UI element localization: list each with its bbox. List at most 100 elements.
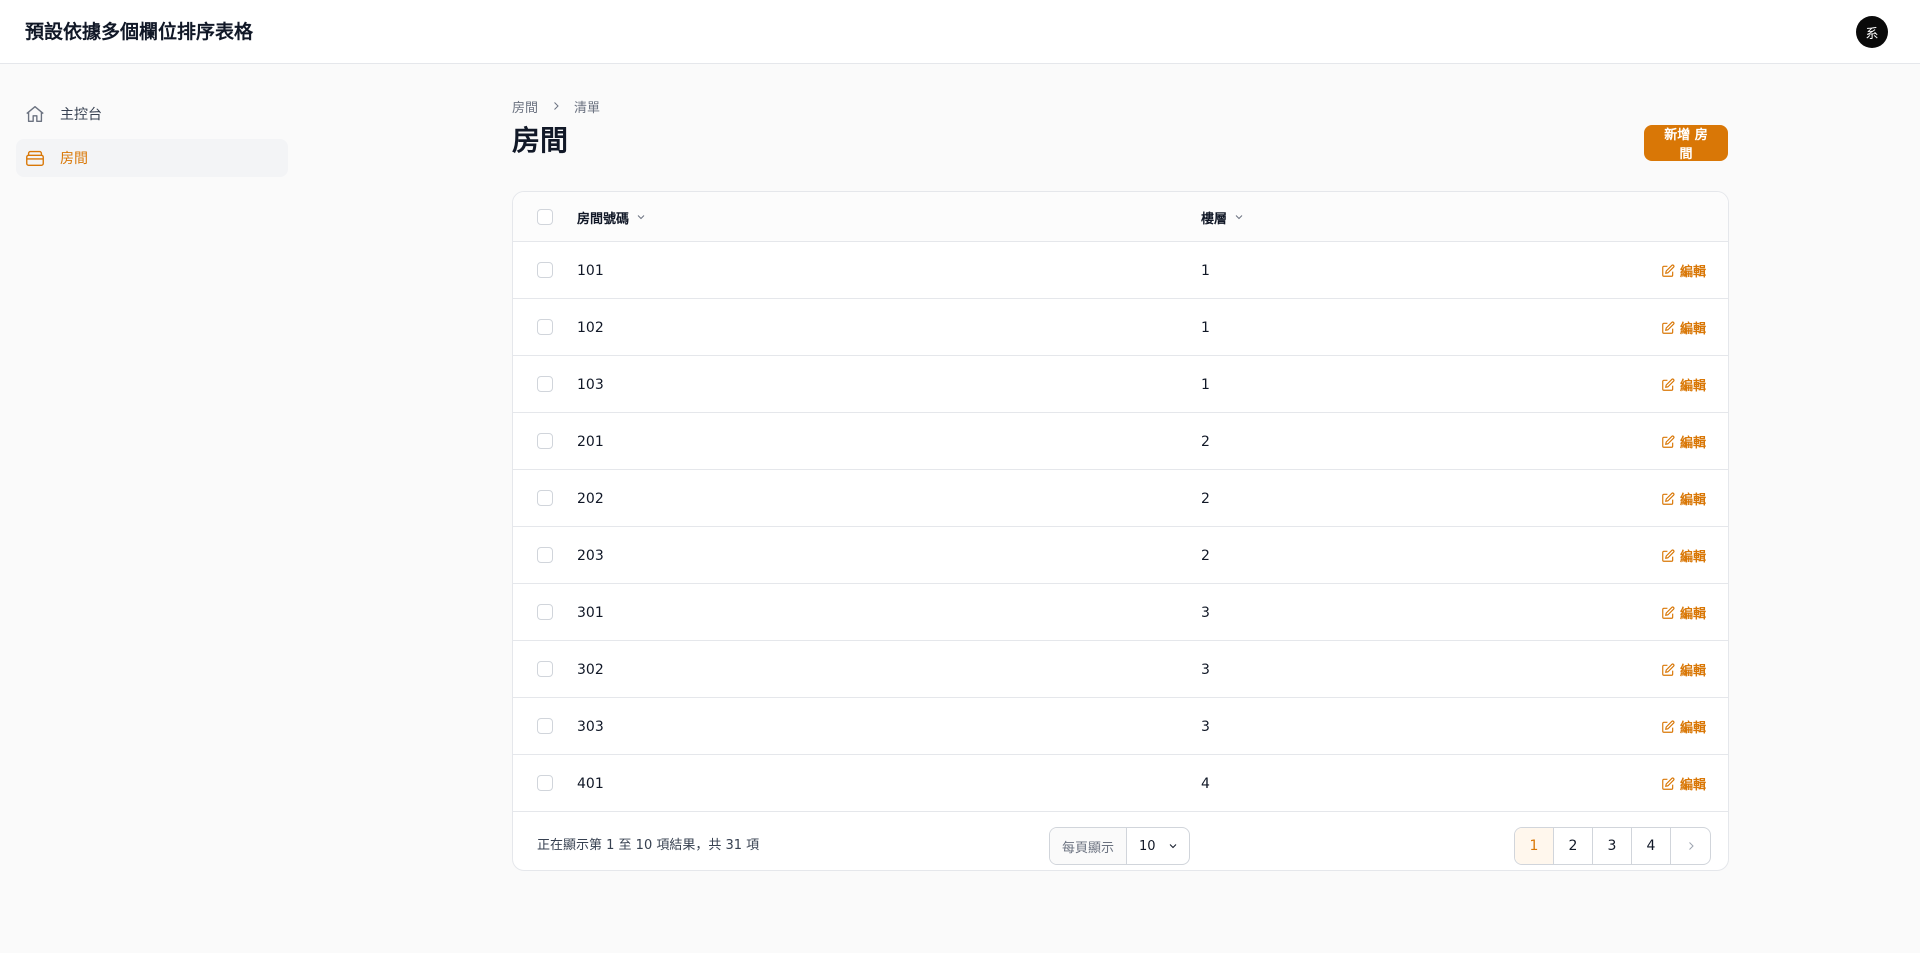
table-row: 303 3 編輯 [513, 698, 1728, 755]
page-button-4[interactable]: 4 [1632, 828, 1671, 864]
edit-label: 編輯 [1679, 721, 1706, 736]
row-checkbox[interactable] [537, 775, 553, 791]
select-all-checkbox[interactable] [537, 209, 553, 225]
page-button-3[interactable]: 3 [1593, 828, 1632, 864]
edit-link[interactable]: 編輯 [1661, 356, 1706, 413]
edit-label: 編輯 [1679, 436, 1706, 451]
breadcrumb: 房間 清單 [512, 96, 1728, 116]
column-header-label: 樓層 [1201, 211, 1228, 227]
edit-icon [1661, 549, 1675, 563]
edit-link[interactable]: 編輯 [1661, 242, 1706, 299]
cell-room-number: 401 [577, 775, 604, 792]
table-row: 202 2 編輯 [513, 470, 1728, 527]
row-checkbox[interactable] [537, 433, 553, 449]
per-page-label: 每頁顯示 [1050, 828, 1128, 864]
sidebar-item-label: 主控台 [60, 107, 102, 123]
rooms-table: 房間號碼 樓層 101 1 編輯 102 1 編輯 103 1 編輯 201 2 編輯 202 2 編輯 20… [512, 191, 1729, 871]
sidebar-item-rooms[interactable]: 房間 [16, 139, 288, 177]
table-row: 102 1 編輯 [513, 299, 1728, 356]
row-checkbox[interactable] [537, 604, 553, 620]
per-page-dropdown[interactable]: 10 [1127, 828, 1189, 864]
row-checkbox[interactable] [537, 718, 553, 734]
table-header: 房間號碼 樓層 [513, 192, 1728, 242]
edit-icon [1661, 435, 1675, 449]
home-icon [24, 103, 46, 125]
top-bar: 預設依據多個欄位排序表格 系 [0, 0, 1920, 64]
cell-room-number: 201 [577, 433, 604, 450]
app-title: 預設依據多個欄位排序表格 [25, 21, 254, 43]
edit-label: 編輯 [1679, 493, 1706, 508]
chevron-right-icon [1685, 840, 1697, 852]
table-row: 302 3 編輯 [513, 641, 1728, 698]
breadcrumb-item-rooms[interactable]: 房間 [512, 97, 538, 116]
cell-room-number: 101 [577, 262, 604, 279]
next-page-button[interactable] [1671, 828, 1710, 864]
chevron-right-icon [550, 100, 562, 112]
cell-floor: 4 [1201, 775, 1210, 792]
row-checkbox[interactable] [537, 661, 553, 677]
table-row: 203 2 編輯 [513, 527, 1728, 584]
edit-icon [1661, 264, 1675, 278]
column-header-room-number[interactable]: 房間號碼 [577, 192, 647, 242]
cell-room-number: 303 [577, 718, 604, 735]
edit-link[interactable]: 編輯 [1661, 641, 1706, 698]
page-button-1[interactable]: 1 [1515, 828, 1554, 864]
table-footer: 正在顯示第 1 至 10 項結果，共 31 項 每頁顯示 10 1234 [513, 815, 1728, 870]
table-row: 103 1 編輯 [513, 356, 1728, 413]
cell-floor: 3 [1201, 661, 1210, 678]
pagination-summary: 正在顯示第 1 至 10 項結果，共 31 項 [537, 838, 760, 853]
sidebar-item-label: 房間 [60, 151, 88, 167]
add-room-button[interactable]: 新增 房間 [1644, 125, 1728, 162]
page-title: 房間 [512, 124, 569, 157]
edit-label: 編輯 [1679, 778, 1706, 793]
cell-floor: 1 [1201, 319, 1210, 336]
table-row: 201 2 編輯 [513, 413, 1728, 470]
edit-icon [1661, 720, 1675, 734]
rooms-icon [24, 147, 46, 169]
cell-floor: 3 [1201, 604, 1210, 621]
cell-floor: 1 [1201, 376, 1210, 393]
cell-floor: 2 [1201, 433, 1210, 450]
table-body: 101 1 編輯 102 1 編輯 103 1 編輯 201 2 編輯 202 2 編輯 203 2 編輯 301 3… [513, 242, 1728, 812]
sidebar-item-dashboard[interactable]: 主控台 [16, 95, 288, 133]
column-header-label: 房間號碼 [577, 211, 630, 227]
breadcrumb-item-list: 清單 [574, 100, 601, 116]
sidebar: 主控台 房間 [16, 95, 288, 183]
edit-link[interactable]: 編輯 [1661, 470, 1706, 527]
per-page-select[interactable]: 每頁顯示 10 [1049, 827, 1191, 865]
cell-room-number: 301 [577, 604, 604, 621]
edit-link[interactable]: 編輯 [1661, 299, 1706, 356]
edit-label: 編輯 [1679, 550, 1706, 565]
table-row: 401 4 編輯 [513, 755, 1728, 812]
edit-label: 編輯 [1679, 664, 1706, 679]
page-button-2[interactable]: 2 [1554, 828, 1593, 864]
edit-icon [1661, 378, 1675, 392]
edit-icon [1661, 492, 1675, 506]
edit-link[interactable]: 編輯 [1661, 698, 1706, 755]
avatar[interactable]: 系 [1856, 16, 1888, 48]
cell-room-number: 302 [577, 661, 604, 678]
row-checkbox[interactable] [537, 490, 553, 506]
cell-room-number: 203 [577, 547, 604, 564]
edit-link[interactable]: 編輯 [1661, 527, 1706, 584]
edit-link[interactable]: 編輯 [1661, 584, 1706, 641]
row-checkbox[interactable] [537, 319, 553, 335]
cell-room-number: 202 [577, 490, 604, 507]
row-checkbox[interactable] [537, 547, 553, 563]
chevron-down-icon [1167, 840, 1179, 852]
edit-link[interactable]: 編輯 [1661, 413, 1706, 470]
row-checkbox[interactable] [537, 262, 553, 278]
cell-floor: 2 [1201, 547, 1210, 564]
edit-icon [1661, 321, 1675, 335]
cell-floor: 1 [1201, 262, 1210, 279]
cell-room-number: 103 [577, 376, 604, 393]
chevron-down-icon [635, 211, 647, 223]
cell-floor: 2 [1201, 490, 1210, 507]
edit-icon [1661, 777, 1675, 791]
edit-label: 編輯 [1679, 607, 1706, 622]
edit-label: 編輯 [1679, 265, 1706, 280]
edit-link[interactable]: 編輯 [1661, 755, 1706, 812]
row-checkbox[interactable] [537, 376, 553, 392]
main-content: 房間 清單 房間 新增 房間 房間號碼 樓層 101 1 編輯 102 1 編輯 103 1 編… [512, 96, 1729, 871]
column-header-floor[interactable]: 樓層 [1201, 192, 1245, 242]
